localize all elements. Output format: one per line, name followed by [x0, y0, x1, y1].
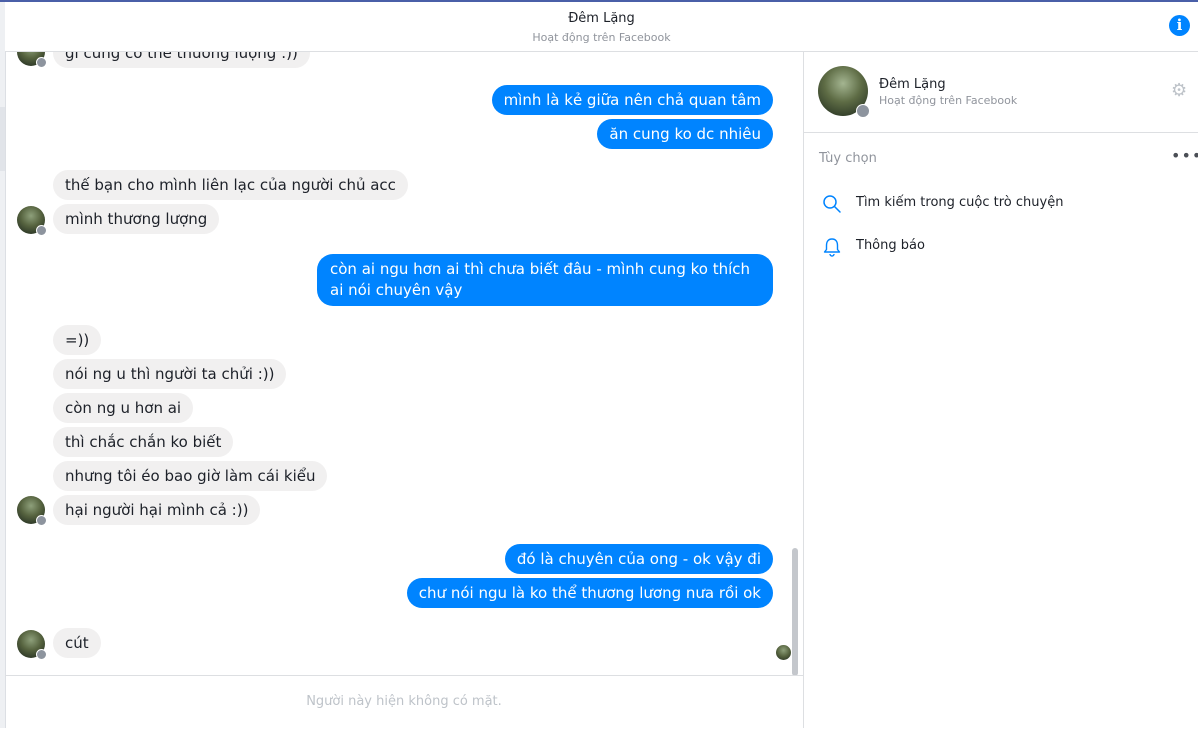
- facebook-badge-icon: [36, 57, 47, 68]
- gear-icon[interactable]: ⚙: [1171, 82, 1189, 100]
- options-heading: Tùy chọn: [819, 151, 877, 166]
- option-notifications[interactable]: Thông báo: [819, 235, 1179, 261]
- profile-card: Đêm Lặng Hoạt động trên Facebook ⚙: [804, 52, 1198, 133]
- message-bubble[interactable]: nhưng tôi éo bao giờ làm cái kiểu: [53, 461, 328, 491]
- bell-icon: [823, 238, 841, 257]
- option-label: Tìm kiếm trong cuộc trò chuyện: [856, 195, 1064, 210]
- conversation-status: Hoạt động trên Facebook: [532, 31, 671, 44]
- message-bubble[interactable]: ăn cung ko dc nhiêu: [597, 119, 773, 149]
- facebook-badge-icon: [856, 104, 870, 118]
- message-bubble[interactable]: còn ai ngu hơn ai thì chưa biết đâu - mì…: [317, 254, 773, 306]
- option-label: Thông báo: [856, 238, 925, 253]
- message-bubble[interactable]: đó là chuyên của ong - ok vậy đi: [504, 544, 773, 574]
- option-search-conversation[interactable]: Tìm kiếm trong cuộc trò chuyện: [819, 192, 1179, 218]
- message-bubble[interactable]: thế bạn cho mình liên lạc của người chủ …: [53, 170, 408, 200]
- info-icon[interactable]: i: [1169, 15, 1190, 36]
- more-options-icon[interactable]: •••: [1171, 146, 1198, 165]
- message-bubble[interactable]: còn ng u hơn ai: [53, 393, 194, 423]
- message-bubble[interactable]: hại người hại mình cả :)): [53, 495, 261, 525]
- message-bubble[interactable]: gì cũng có thể thương lượng :)): [53, 52, 310, 68]
- message-bubble[interactable]: mình là kẻ giữa nên chả quan tâm: [491, 85, 773, 115]
- message-bubble[interactable]: =)): [53, 325, 102, 355]
- seen-indicator-avatar: [776, 645, 791, 660]
- facebook-badge-icon: [36, 225, 47, 236]
- search-icon: [823, 195, 841, 213]
- chat-scrollbar[interactable]: [792, 548, 798, 676]
- conversation-title[interactable]: Đêm Lặng: [5, 11, 1198, 26]
- conversation-header: Đêm Lặng Hoạt động trên Facebook i: [5, 2, 1198, 52]
- panel-divider: [803, 52, 804, 728]
- message-list[interactable]: gì cũng có thể thương lượng :)) mình là …: [5, 52, 803, 674]
- unavailable-notice: Người này hiện không có mặt.: [306, 694, 502, 709]
- facebook-badge-icon: [36, 649, 47, 660]
- message-bubble[interactable]: chư nói ngu là ko thể thương lương nưa r…: [406, 578, 773, 608]
- message-bubble[interactable]: cút: [53, 628, 101, 658]
- message-bubble[interactable]: thì chắc chắn ko biết: [53, 427, 234, 457]
- profile-status: Hoạt động trên Facebook: [879, 94, 1018, 107]
- message-bubble[interactable]: nói ng u thì người ta chửi :)): [53, 359, 287, 389]
- composer-area: Người này hiện không có mặt.: [5, 675, 803, 729]
- facebook-badge-icon: [36, 515, 47, 526]
- profile-name[interactable]: Đêm Lặng: [879, 77, 946, 92]
- message-bubble[interactable]: mình thương lượng: [53, 204, 220, 234]
